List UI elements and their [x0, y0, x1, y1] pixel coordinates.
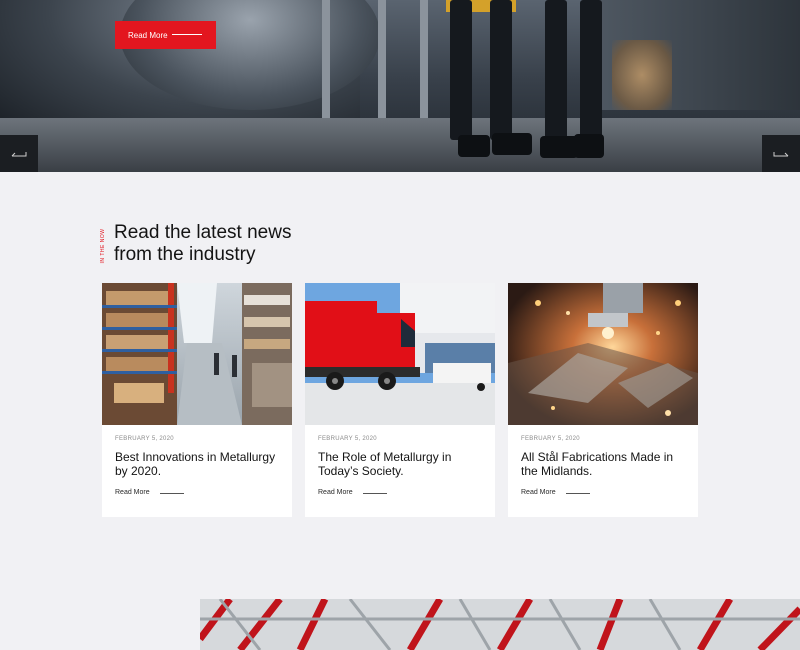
red-truck-photo[interactable] — [305, 283, 495, 425]
news-card[interactable]: FEBRUARY 5, 2020 Best Innovations in Met… — [102, 283, 292, 517]
card-title[interactable]: Best Innovations in Metallurgy by 2020. — [115, 450, 283, 478]
steel-structure-photo — [200, 599, 800, 650]
arrow-right-icon — [773, 151, 789, 156]
laser-cutting-photo[interactable] — [508, 283, 698, 425]
hero-read-more-button[interactable]: Read More — [115, 21, 216, 49]
hero-floor — [0, 118, 800, 172]
card-date: FEBRUARY 5, 2020 — [521, 436, 580, 442]
section-title-line1: Read the latest news — [114, 222, 292, 243]
card-date: FEBRUARY 5, 2020 — [318, 436, 377, 442]
section-title-line2: from the industry — [114, 244, 256, 265]
arrow-left-icon — [11, 151, 27, 156]
news-card[interactable]: FEBRUARY 5, 2020 All Stål Fabrications M… — [508, 283, 698, 517]
hero-read-more-line — [172, 34, 202, 35]
card-read-more-line — [566, 493, 590, 494]
section-eyebrow: In the now — [96, 228, 110, 264]
card-title[interactable]: The Role of Metallurgy in Today’s Societ… — [318, 450, 486, 478]
card-date: FEBRUARY 5, 2020 — [115, 436, 174, 442]
hero-slider: Read More — [0, 0, 800, 172]
card-title[interactable]: All Stål Fabrications Made in the Midlan… — [521, 450, 689, 478]
warehouse-photo[interactable] — [102, 283, 292, 425]
hero-read-more-label: Read More — [128, 30, 168, 40]
card-read-more-link[interactable]: Read More — [318, 489, 353, 496]
card-read-more-line — [160, 493, 184, 494]
card-read-more-link[interactable]: Read More — [521, 489, 556, 496]
slider-prev-button[interactable] — [0, 135, 38, 172]
section-title: Read the latest news from the industry — [114, 222, 374, 266]
slider-next-button[interactable] — [762, 135, 800, 172]
section-eyebrow-label: In the now — [100, 228, 106, 264]
news-card[interactable]: FEBRUARY 5, 2020 The Role of Metallurgy … — [305, 283, 495, 517]
card-read-more-line — [363, 493, 387, 494]
card-read-more-link[interactable]: Read More — [115, 489, 150, 496]
